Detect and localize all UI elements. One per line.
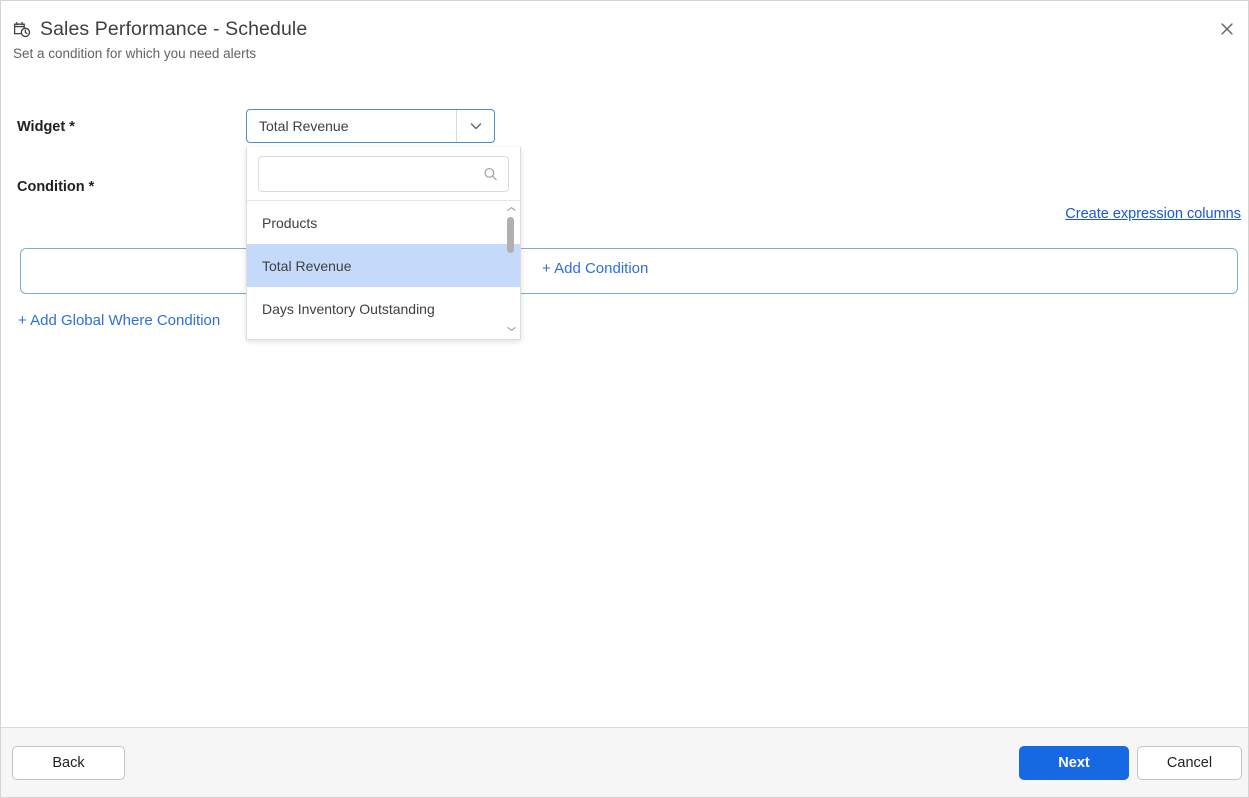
dialog-body: Widget * Condition * Total Revenue Produ… <box>1 73 1248 728</box>
dialog-subtitle: Set a condition for which you need alert… <box>13 46 257 61</box>
back-button[interactable]: Back <box>12 746 125 780</box>
dropdown-options: Products Total Revenue Days Inventory Ou… <box>247 201 520 330</box>
calendar-clock-icon <box>12 20 32 40</box>
close-icon[interactable] <box>1212 14 1242 44</box>
next-button[interactable]: Next <box>1019 746 1129 780</box>
add-global-where-condition-button[interactable]: + Add Global Where Condition <box>18 312 220 329</box>
dropdown-scrollbar[interactable] <box>504 201 518 336</box>
create-expression-columns-link[interactable]: Create expression columns <box>1065 206 1241 222</box>
schedule-alert-dialog: Sales Performance - Schedule Set a condi… <box>0 0 1249 798</box>
widget-dropdown-panel: Products Total Revenue Days Inventory Ou… <box>246 147 521 340</box>
dropdown-option-0[interactable]: Products <box>247 201 520 244</box>
dropdown-option-2[interactable]: Days Inventory Outstanding <box>247 287 520 330</box>
title-row: Sales Performance - Schedule <box>12 18 307 41</box>
widget-select-value: Total Revenue <box>259 118 349 134</box>
dropdown-option-1[interactable]: Total Revenue <box>247 244 520 287</box>
add-condition-button[interactable]: + Add Condition <box>542 260 648 277</box>
cancel-button[interactable]: Cancel <box>1137 746 1242 780</box>
search-input[interactable] <box>259 157 508 191</box>
page-title: Sales Performance - Schedule <box>40 18 308 40</box>
chevron-down-icon[interactable] <box>456 110 494 142</box>
dialog-footer: Back Next Cancel <box>1 727 1248 797</box>
scrollbar-thumb[interactable] <box>507 217 514 253</box>
dialog-header: Sales Performance - Schedule Set a condi… <box>1 1 1248 73</box>
condition-label: Condition * <box>17 179 95 195</box>
dropdown-option-list: Products Total Revenue Days Inventory Ou… <box>247 200 520 336</box>
dropdown-search-container <box>247 147 520 200</box>
chevron-up-icon[interactable] <box>506 204 516 214</box>
widget-label: Widget * <box>17 119 75 135</box>
dropdown-search-box[interactable] <box>258 156 509 192</box>
search-icon <box>483 167 498 182</box>
widget-select[interactable]: Total Revenue <box>246 109 495 143</box>
chevron-down-icon[interactable] <box>506 324 516 334</box>
